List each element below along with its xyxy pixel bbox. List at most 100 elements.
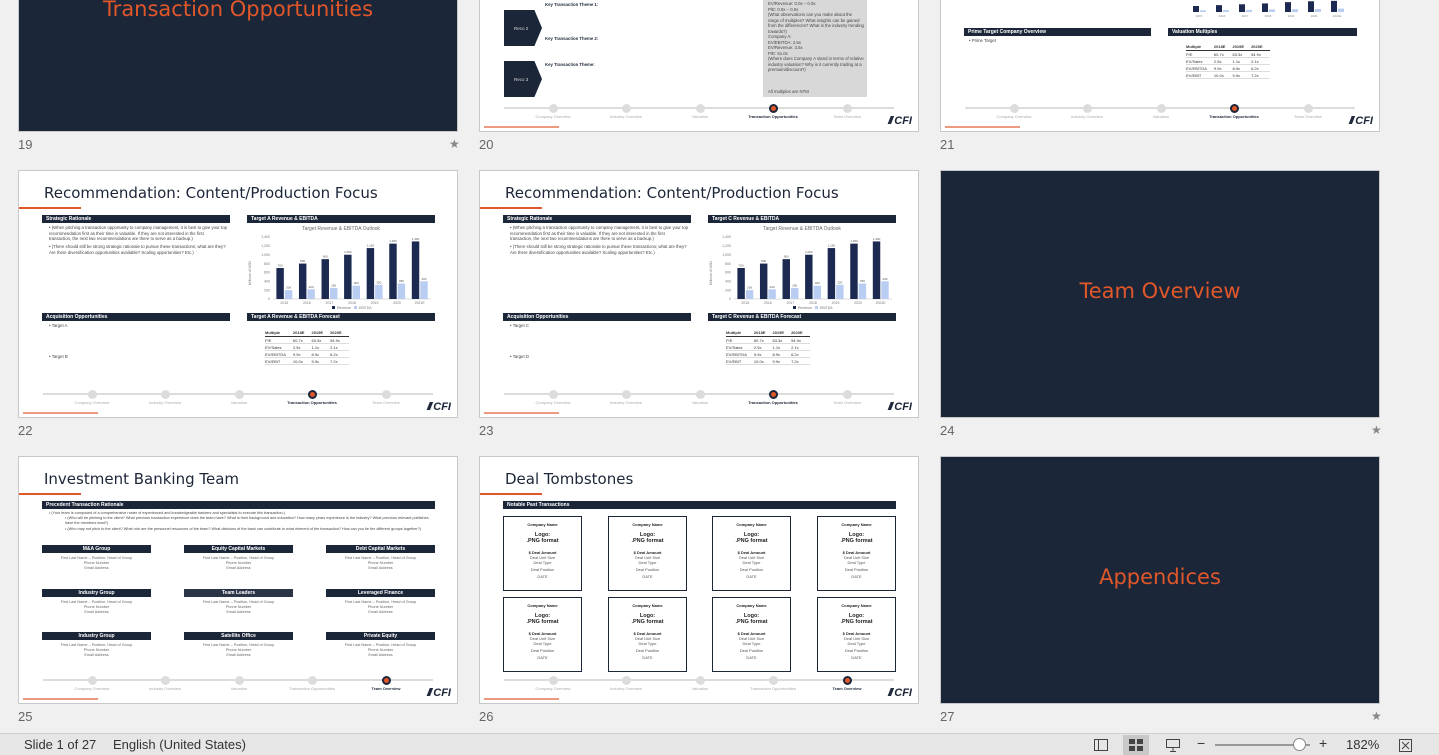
language-indicator[interactable]: English (United States)	[113, 737, 246, 752]
zoom-out-button[interactable]: −	[1197, 735, 1205, 751]
prime-target-box: Prime Target Company Overview	[964, 28, 1151, 36]
ebitda-bar	[375, 284, 383, 299]
ebitda-bar	[768, 289, 776, 299]
deal-tombstone: Company Name Logo: .PNG format $ Deal Amoun…	[712, 597, 791, 672]
team-group-header: Team Leaders	[184, 589, 293, 597]
star-icon[interactable]: ★	[449, 137, 460, 151]
star-icon[interactable]: ★	[1371, 423, 1382, 437]
x-tick-label: 2021E	[876, 301, 887, 305]
y-tick-label: 600	[725, 271, 731, 275]
y-axis-label: Millions of USD	[709, 261, 713, 285]
progress-step-dot	[1157, 103, 1166, 113]
x-tick-label: 2018	[1265, 14, 1272, 18]
table-row: P/E 60.7x 63.3x 54.9x	[1186, 50, 1270, 58]
slide-19-thumbnail[interactable]: Transaction Opportunities	[18, 0, 458, 132]
ebitda-bar	[858, 283, 867, 299]
revenue-bar	[321, 259, 329, 299]
deal-type: Deal Type	[638, 641, 657, 646]
slide-sorter-view-button[interactable]	[1123, 735, 1149, 755]
strategic-rationale-box: Strategic Rationale	[503, 215, 691, 223]
slide-24-thumbnail[interactable]: Team Overview	[940, 170, 1380, 418]
fit-to-window-button[interactable]	[1392, 735, 1418, 755]
acquisition-opportunities-box: Acquisition Opportunities	[503, 313, 691, 321]
zoom-level[interactable]: 182%	[1346, 737, 1379, 752]
forecast-table: Multiple 2018E 2019E 2020E P/E 60.7x 63.3x 54.9…	[726, 330, 810, 365]
rationale-2: • (There should still be strong strategi…	[49, 244, 226, 255]
slide-27-thumbnail[interactable]: Appendices	[940, 456, 1380, 704]
contact-line: Email Address	[226, 566, 251, 570]
team-contact: First Last Name – Position, Head of Grou…	[42, 643, 151, 658]
ebitda-bar	[881, 281, 889, 299]
deal-position: Deal Position	[844, 648, 869, 653]
slide-23-thumbnail[interactable]: Recommendation: Content/Production Focus…	[479, 170, 919, 418]
revenue-bar	[1331, 0, 1337, 12]
x-tick-label: 2016	[764, 301, 772, 305]
ebitda-bar	[352, 285, 360, 299]
deal-tombstone: Company Name Logo: .PNG format $ Deal Amoun…	[608, 516, 687, 591]
table-cell: 63.3x	[1232, 50, 1252, 58]
footer-bar	[484, 412, 559, 414]
y-tick-label: 1,000	[261, 253, 270, 257]
contact-line: Email Address	[84, 566, 109, 570]
progress-step-label: Team Overview	[833, 400, 861, 405]
ebitda-bar	[307, 289, 315, 299]
chart-title: Target Revenue & EBITDA Outlook	[302, 226, 380, 232]
data-label: 400	[882, 277, 887, 281]
x-tick-label: 2017	[787, 301, 795, 305]
slide-number-23: 23	[479, 423, 494, 438]
legend-swatch	[332, 306, 335, 309]
deal-tombstone: Company Name Logo: .PNG format $ Deal Amoun…	[712, 516, 791, 591]
slide-22-thumbnail[interactable]: Recommendation: Content/Production Focus…	[18, 170, 458, 418]
table-cell: 6.2x	[330, 350, 349, 358]
table-cell: 54.9x	[1251, 50, 1270, 58]
progress-step-label: Industry Overview	[609, 686, 643, 691]
slide-20-thumbnail[interactable]: Key Transaction Theme 1: Reco 2 Key Tran…	[479, 0, 919, 132]
company-name: Company Name	[841, 603, 872, 608]
data-label: 1,250	[389, 239, 397, 243]
data-label: 1,150	[367, 244, 375, 248]
star-icon[interactable]: ★	[1371, 709, 1382, 723]
table-cell: 7.2x	[330, 357, 349, 365]
slide-21-thumbnail[interactable]: 2015 2016 2017 2018 2019 2020 2021E Prime Targ…	[940, 0, 1380, 132]
deal-type: Deal Type	[847, 641, 866, 646]
data-label: 250	[792, 283, 797, 287]
contact-line: Email Address	[368, 653, 393, 657]
x-tick-label: 2019	[832, 301, 840, 305]
progress-step-dot	[549, 389, 558, 399]
y-tick-label: 400	[264, 279, 270, 283]
team-group-header: Debt Capital Markets	[326, 545, 435, 553]
ebitda-bar	[813, 285, 821, 299]
table-cell: 1.1x	[772, 343, 792, 351]
rationale-1: • (When pitching a transaction opportuni…	[49, 225, 228, 241]
valuation-notes-panel: EV/Revenue: 0.0x – 0.0x P/E: 0.0x – 0.0x(…	[763, 0, 867, 97]
data-label: 200	[747, 286, 752, 290]
zoom-in-button[interactable]: +	[1319, 735, 1327, 751]
slide-number-25: 25	[18, 709, 33, 724]
deal-tombstone: Company Name Logo: .PNG format $ Deal Amoun…	[817, 516, 896, 591]
revenue-bar	[344, 254, 352, 299]
table-cell: EV/EBIT	[1186, 71, 1214, 79]
reading-view-button[interactable]	[1160, 735, 1186, 755]
data-label: 300	[815, 281, 820, 285]
slide-26-thumbnail[interactable]: Deal Tombstones Notable Past Transaction…	[479, 456, 919, 704]
zoom-slider-handle[interactable]	[1293, 738, 1306, 751]
progress-step-dot	[88, 389, 97, 399]
progress-step-label: Valuation	[691, 686, 709, 691]
revenue-bar	[1308, 1, 1314, 12]
normal-view-button[interactable]	[1088, 735, 1114, 755]
company-name: Company Name	[527, 603, 558, 608]
table-row: EV/Sales 2.5x 1.1x 2.1x	[726, 343, 810, 351]
progress-step-label: Company Overview	[996, 114, 1032, 119]
table-cell: 2.5x	[1213, 57, 1233, 65]
table-cell: 6.2x	[1251, 64, 1270, 72]
table-row: EV/Sales 2.5x 1.1x 2.1x	[1186, 57, 1270, 65]
rationale-1: • (When pitching a transaction opportuni…	[510, 225, 689, 241]
slide-25-thumbnail[interactable]: Investment Banking Team Precedent Transa…	[18, 456, 458, 704]
revenue-bar	[805, 254, 813, 299]
x-tick-label: 2018	[809, 301, 817, 305]
progress-step-label: Team Overview	[832, 686, 862, 691]
forecast-box: Target A Revenue & EBITDA Forecast	[247, 313, 435, 321]
valuation-note-line: (Where does Company A stand in terms of …	[768, 56, 864, 72]
y-tick-label: 0	[729, 297, 731, 301]
cfi-logo: /// CFI	[1349, 115, 1373, 127]
